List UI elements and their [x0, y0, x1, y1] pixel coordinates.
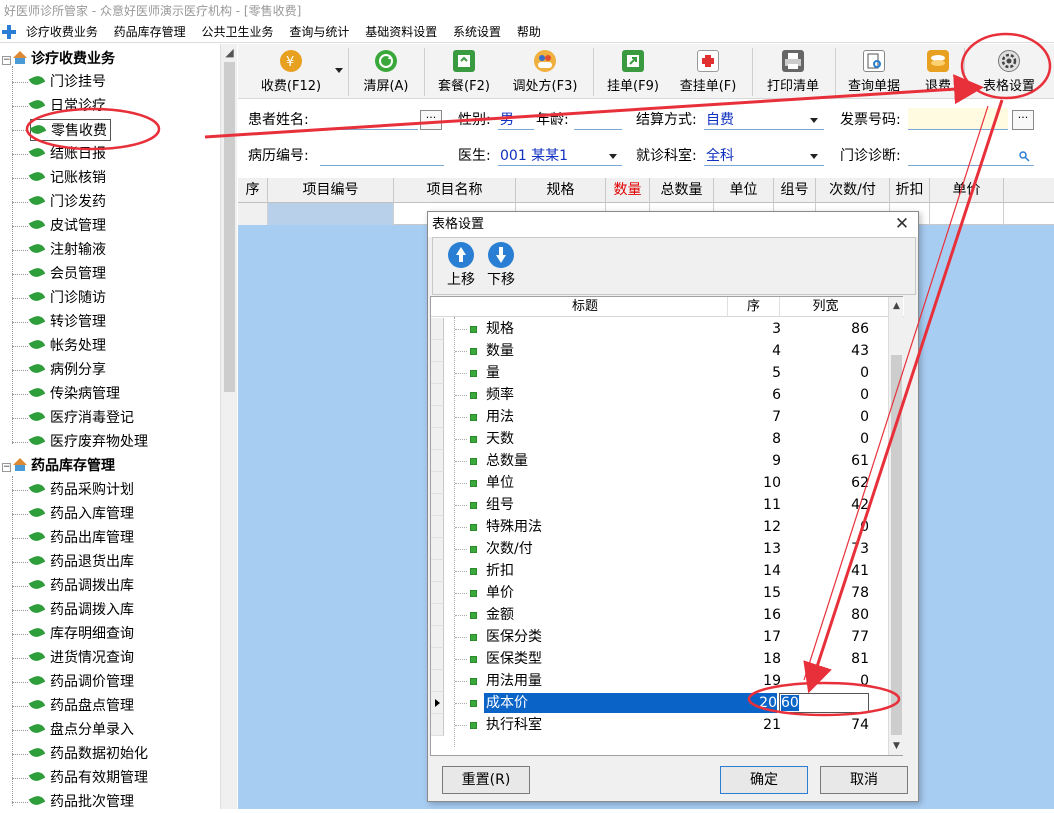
arrow-to-settings [204, 74, 984, 139]
highlight-ellipse-retail [25, 107, 161, 151]
annotation-overlay [25, 32, 1052, 717]
thin-guide-line [803, 105, 989, 681]
highlight-ellipse-settings [960, 32, 1052, 100]
arrow-to-cost-price [803, 99, 1004, 694]
highlight-ellipse-cost-price [747, 681, 901, 717]
